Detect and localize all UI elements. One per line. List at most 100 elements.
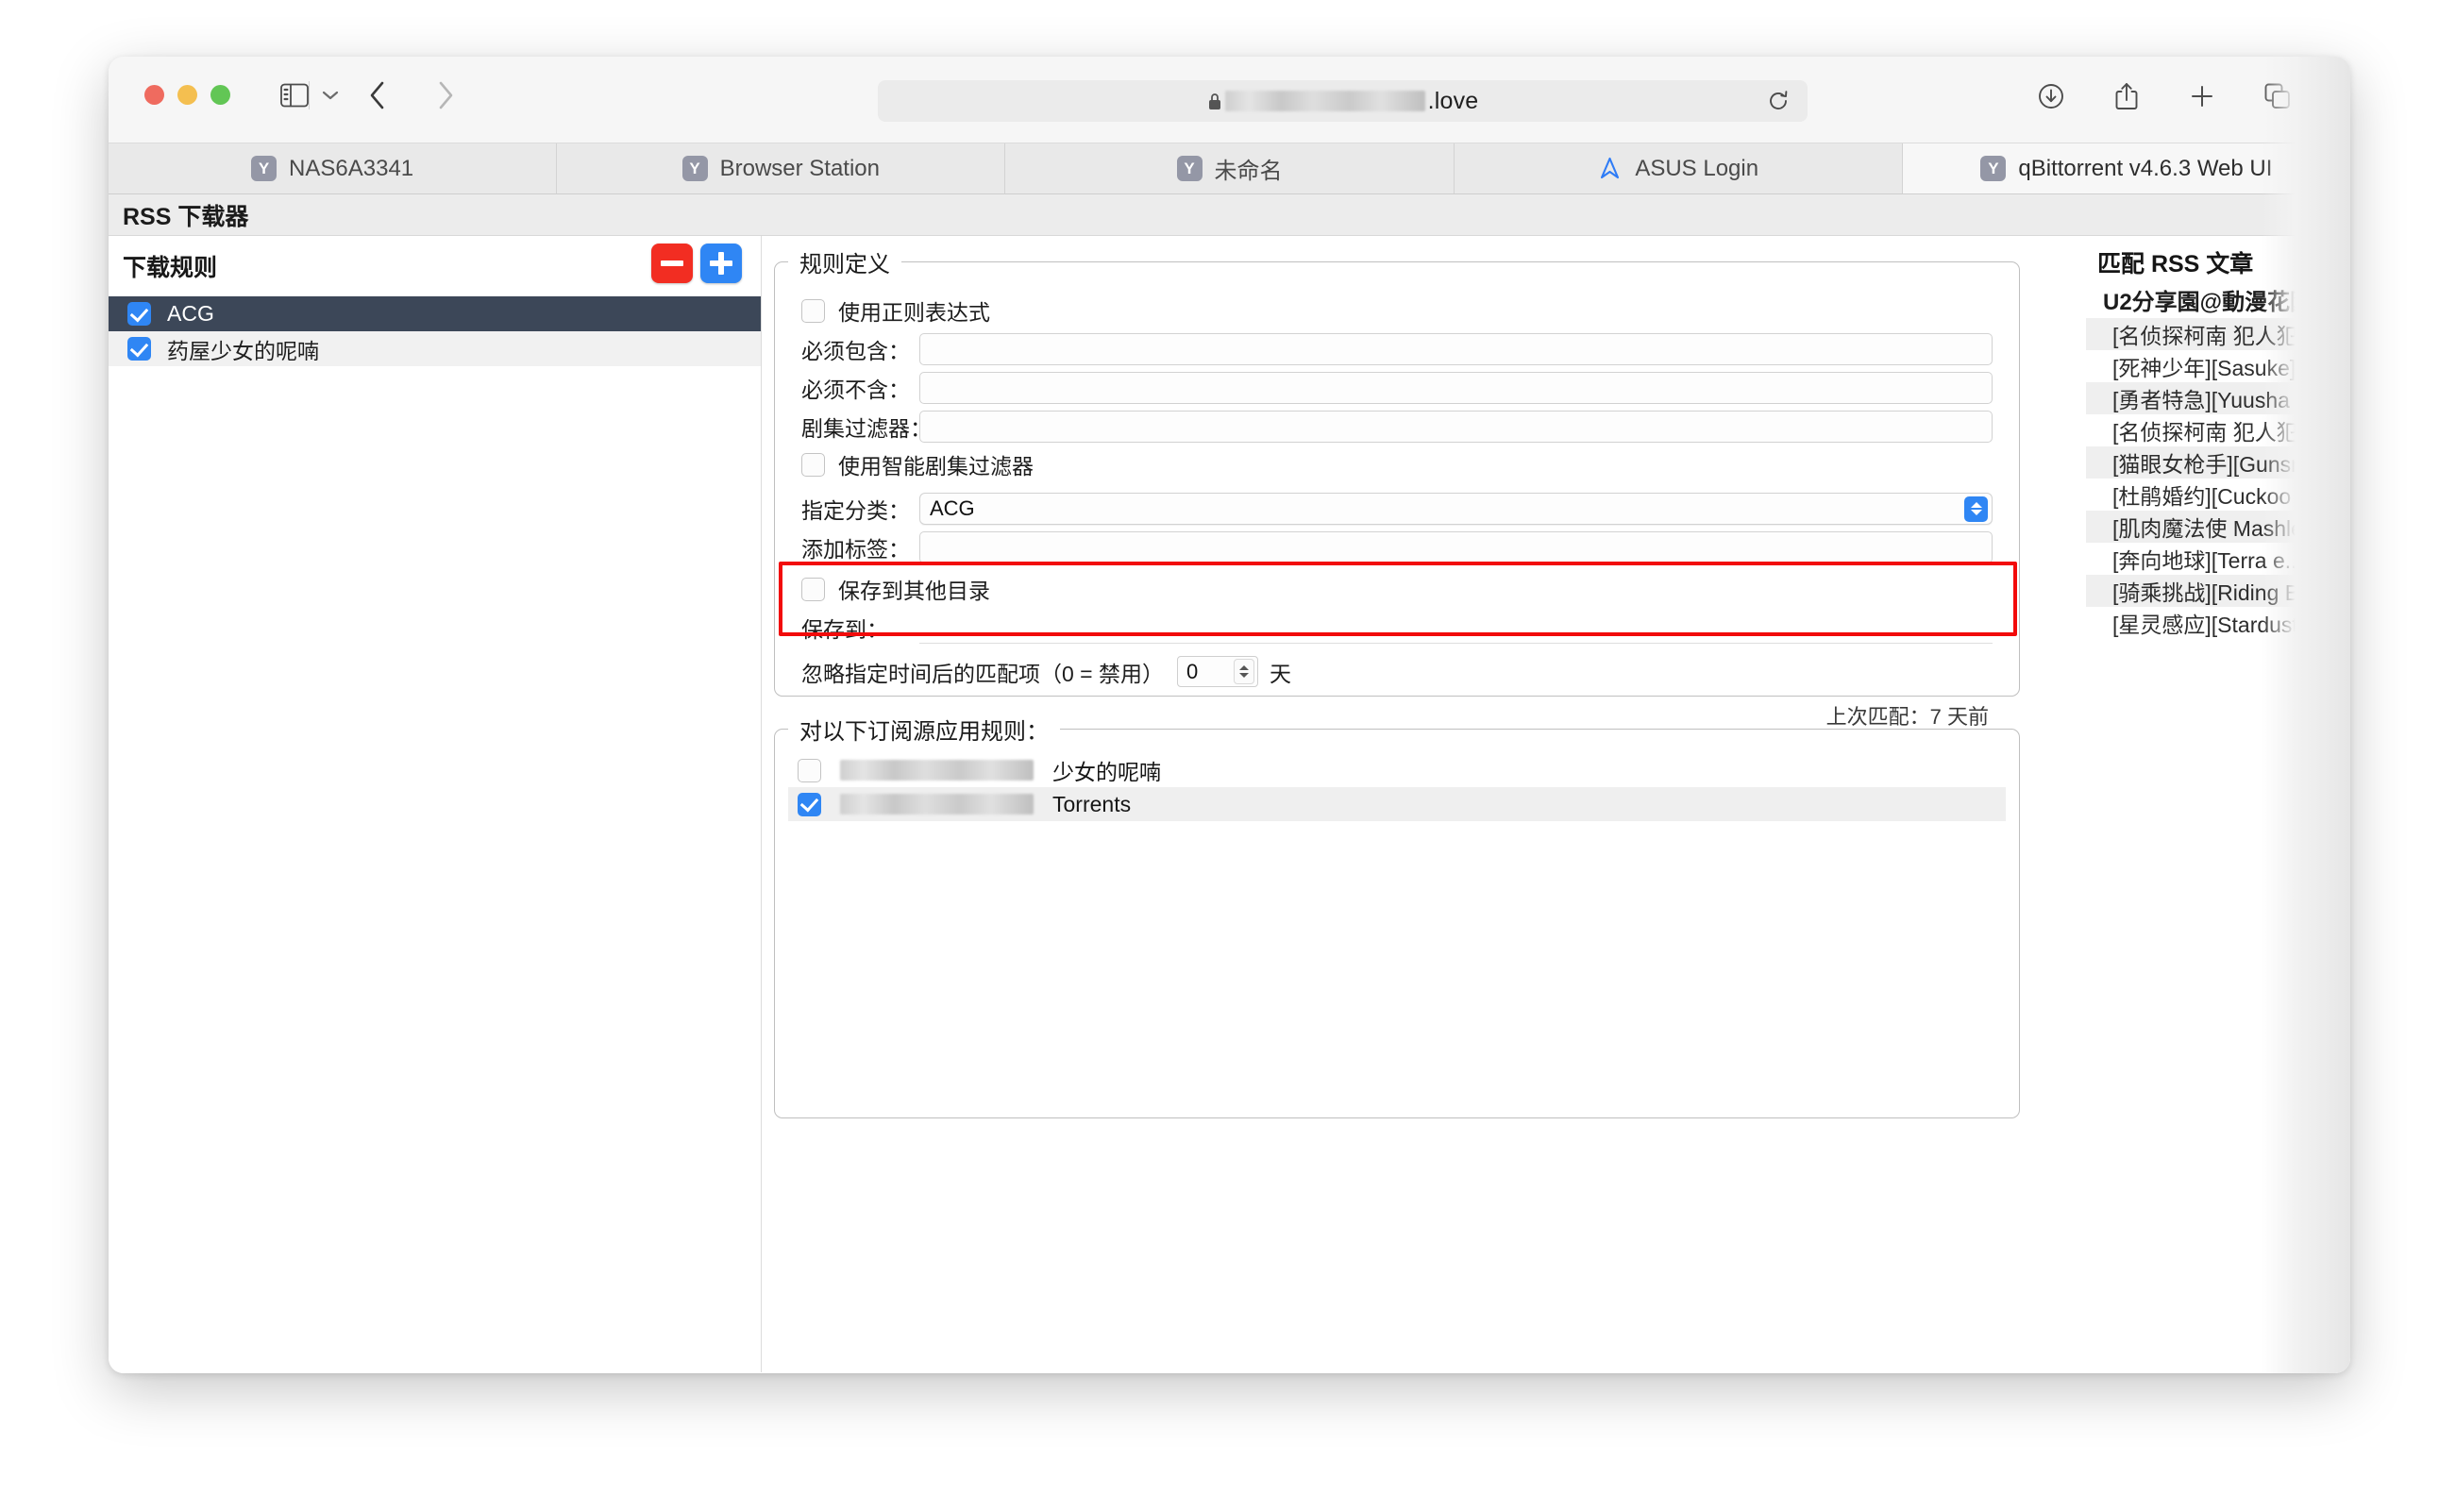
use-smart-filter-checkbox[interactable] <box>801 452 825 477</box>
rss-feed-name: U2分享園@動漫花園 Torrents <box>2103 290 2350 315</box>
rule-definition-group: 规则定义 使用正则表达式 必须包含： 必须不含： 剧集过滤器： 使用智能剧集过滤… <box>774 245 2020 811</box>
save-to-other-dir-checkbox[interactable] <box>801 577 825 601</box>
list-item[interactable]: [死神少年][Sasuke][サスケ][BD <box>2086 350 2350 382</box>
must-contain-label: 必须包含： <box>801 338 910 363</box>
redacted-domain <box>1224 91 1425 111</box>
must-contain-input[interactable] <box>919 332 1993 365</box>
chevron-down-icon[interactable] <box>318 83 343 108</box>
list-item[interactable]: [骑乘挑战][Riding Bean][ライテ <box>2086 575 2350 607</box>
list-item[interactable]: [奔向地球][Terra e...][地球へ… <box>2086 543 2350 575</box>
tab-browser-station[interactable]: Y Browser Station <box>557 143 1006 193</box>
stepper-arrows-icon[interactable] <box>1234 659 1255 684</box>
tab-label: NAS6A3341 <box>289 155 414 181</box>
rule-list-item-acg[interactable]: ACG <box>109 296 761 331</box>
episode-filter-input[interactable] <box>919 410 1993 443</box>
back-arrow-icon[interactable] <box>362 79 394 111</box>
list-item[interactable]: [勇者特急][Yuusha Tokkyuu M <box>2086 382 2350 414</box>
rule-enabled-checkbox[interactable] <box>127 302 151 326</box>
rule-action-buttons <box>651 244 742 283</box>
rule-definition-column: 规则定义 使用正则表达式 必须包含： 必须不含： 剧集过滤器： 使用智能剧集过滤… <box>763 236 2085 1372</box>
close-window-button[interactable] <box>144 85 164 105</box>
add-tags-input[interactable] <box>919 530 1993 563</box>
apply-to-feeds-legend: 对以下订阅源应用规则： <box>799 719 1049 745</box>
matching-rss-articles-panel: 匹配 RSS 文章 U2分享園@動漫花園 Torrents [名侦探柯南 犯人犯… <box>2086 236 2350 1372</box>
ignore-matches-unit: 天 <box>1270 661 1292 686</box>
tab-strip: Y NAS6A3341 Y Browser Station Y 未命名 ASUS… <box>109 143 2350 194</box>
feed-enabled-checkbox[interactable] <box>798 758 821 782</box>
feed-list-item-1[interactable]: 少女的呢喃 <box>788 753 2006 787</box>
tab-nas6a3341[interactable]: Y NAS6A3341 <box>109 143 558 193</box>
browser-toolbar: .love <box>109 57 2350 143</box>
plus-icon-vertical <box>718 252 724 275</box>
feed-list-item-2[interactable]: Torrents <box>788 787 2006 821</box>
list-item[interactable]: [猫眼女枪手][Gunsmith Cats][ <box>2086 446 2350 479</box>
asus-logo-icon <box>1597 156 1623 181</box>
list-item[interactable]: [名侦探柯南 犯人犯泽先生][De <box>2086 318 2350 350</box>
page-content: RSS 下载器 下载规则 ACG 药屋少女的呢喃 规则定义 使用正则表达式 必须… <box>109 194 2350 1373</box>
feeds-list: 少女的呢喃 Torrents <box>775 746 2019 821</box>
chevron-updown-icon[interactable] <box>1964 496 1988 522</box>
rss-downloader-body: 下载规则 ACG 药屋少女的呢喃 规则定义 使用正则表达式 必须包含： 必须不含… <box>109 236 2350 1372</box>
save-to-input[interactable] <box>919 612 1993 644</box>
maximize-window-button[interactable] <box>210 85 230 105</box>
download-rules-list: ACG 药屋少女的呢喃 <box>109 296 761 366</box>
episode-filter-label: 剧集过滤器： <box>801 415 932 441</box>
toolbar-right-actions <box>2035 80 2294 112</box>
url-tld: .love <box>1427 87 1479 114</box>
favicon-icon: Y <box>1980 156 2007 181</box>
tab-label: qBittorrent v4.6.3 Web UI <box>2018 155 2273 181</box>
rule-label: 药屋少女的呢喃 <box>167 338 319 363</box>
rule-enabled-checkbox[interactable] <box>127 337 151 361</box>
tab-asus-login[interactable]: ASUS Login <box>1455 143 1903 193</box>
rule-list-item-2[interactable]: 药屋少女的呢喃 <box>109 331 761 366</box>
page-title: RSS 下载器 <box>123 203 249 230</box>
list-item[interactable]: [名侦探柯南 犯人犯泽先生][De <box>2086 414 2350 446</box>
add-tags-row: 添加标签： <box>801 528 1993 566</box>
minimize-window-button[interactable] <box>177 85 197 105</box>
window-controls <box>144 85 230 105</box>
save-to-other-dir-label: 保存到其他目录 <box>838 579 990 603</box>
lock-icon <box>1207 92 1222 111</box>
feed-enabled-checkbox[interactable] <box>798 792 821 816</box>
use-smart-filter-row[interactable]: 使用智能剧集过滤器 <box>801 445 1993 483</box>
assign-category-row: 指定分类： ACG <box>801 489 1993 528</box>
address-bar[interactable]: .love <box>878 80 1808 122</box>
sidebar-icon[interactable] <box>278 79 311 111</box>
ignore-matches-row: 忽略指定时间后的匹配项（0 = 禁用） 0 天 <box>801 652 1993 691</box>
must-not-contain-input[interactable] <box>919 371 1993 404</box>
share-icon[interactable] <box>2111 80 2143 112</box>
tab-untitled[interactable]: Y 未命名 <box>1005 143 1455 193</box>
assign-category-value: ACG <box>930 496 975 520</box>
tab-label: ASUS Login <box>1635 155 1759 181</box>
use-regex-checkbox[interactable] <box>801 298 825 323</box>
matching-rss-title: 匹配 RSS 文章 <box>2097 251 2254 277</box>
list-item[interactable]: [星灵感应][Stardust Telepath/H <box>2086 607 2350 639</box>
downloads-icon[interactable] <box>2035 80 2067 112</box>
use-regex-row[interactable]: 使用正则表达式 <box>801 292 1993 329</box>
reload-icon[interactable] <box>1766 89 1791 113</box>
favicon-icon: Y <box>251 156 278 181</box>
remove-rule-button[interactable] <box>651 244 693 283</box>
forward-arrow-icon[interactable] <box>429 79 462 111</box>
assign-category-select[interactable]: ACG <box>919 492 1993 525</box>
minus-icon <box>661 260 683 266</box>
list-item[interactable]: [杜鹃婚约][Cuckoo no Iinazuke <box>2086 479 2350 511</box>
tab-qbittorrent[interactable]: Y qBittorrent v4.6.3 Web UI <box>1902 143 2350 193</box>
rule-label: ACG <box>167 301 214 326</box>
add-rule-button[interactable] <box>700 244 742 283</box>
tab-overview-icon[interactable] <box>2262 80 2294 112</box>
use-smart-filter-label: 使用智能剧集过滤器 <box>838 454 1034 479</box>
save-to-label: 保存到： <box>801 616 888 642</box>
assign-category-label: 指定分类： <box>801 497 910 523</box>
redacted-feed-name <box>840 794 1034 815</box>
rss-articles-list: [名侦探柯南 犯人犯泽先生][De [死神少年][Sasuke][サスケ][BD… <box>2086 318 2350 639</box>
ignore-matches-value: 0 <box>1186 659 1199 683</box>
must-contain-row: 必须包含： <box>801 329 1993 368</box>
must-not-contain-label: 必须不含： <box>801 377 910 402</box>
save-to-other-dir-row[interactable]: 保存到其他目录 <box>801 570 1993 608</box>
plus-icon[interactable] <box>2186 80 2218 112</box>
apply-to-feeds-group: 对以下订阅源应用规则： 少女的呢喃 Torrents <box>774 713 2020 1118</box>
list-item[interactable]: [肌肉魔法使 Mashle第1季][Ma <box>2086 511 2350 543</box>
rule-definition-legend: 规则定义 <box>799 252 890 277</box>
ignore-matches-stepper[interactable]: 0 <box>1177 656 1259 687</box>
